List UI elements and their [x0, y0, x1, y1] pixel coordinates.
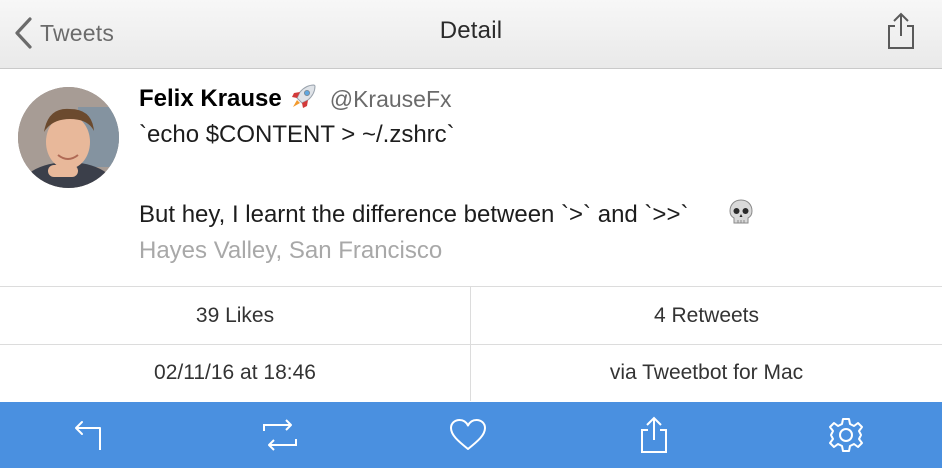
gear-icon: [829, 418, 863, 452]
tweet-stats: 39 Likes 4 Retweets 02/11/16 at 18:46 vi…: [0, 286, 942, 402]
avatar-image: [18, 87, 119, 188]
author-handle[interactable]: @KrauseFx: [330, 86, 452, 113]
settings-button[interactable]: [826, 415, 866, 455]
author-name[interactable]: Felix Krause: [139, 85, 282, 113]
rocket-emoji-icon: [288, 82, 318, 117]
share-icon: [888, 12, 914, 49]
likes-count[interactable]: 39 Likes: [0, 287, 471, 344]
tweet-location[interactable]: Hayes Valley, San Francisco: [139, 237, 442, 265]
author-line: Felix Krause @KrauseFx: [139, 82, 452, 116]
skull-emoji-icon: [700, 170, 755, 261]
like-icon: [450, 419, 486, 450]
retweet-button[interactable]: [260, 415, 300, 455]
retweet-icon: [263, 419, 297, 451]
tweet-source[interactable]: via Tweetbot for Mac: [471, 344, 942, 401]
page-title: Detail: [439, 17, 503, 44]
like-button[interactable]: [448, 415, 488, 455]
tweet-text-line-1: `echo $CONTENT > ~/.zshrc`: [139, 121, 455, 148]
avatar[interactable]: [18, 87, 119, 188]
bottom-toolbar: [0, 402, 942, 468]
share-toolbar-button[interactable]: [634, 415, 674, 455]
tweet-text-line-2-content: But hey, I learnt the difference between…: [139, 201, 689, 228]
tweet-date: 02/11/16 at 18:46: [0, 344, 471, 401]
reply-icon: [75, 421, 101, 450]
retweets-count[interactable]: 4 Retweets: [471, 287, 942, 344]
tweet-text-line-2: But hey, I learnt the difference between…: [139, 195, 755, 235]
share-icon: [641, 416, 667, 453]
reply-button[interactable]: [70, 415, 110, 455]
navigation-bar: Tweets Detail: [0, 0, 942, 69]
share-button[interactable]: [886, 12, 916, 55]
